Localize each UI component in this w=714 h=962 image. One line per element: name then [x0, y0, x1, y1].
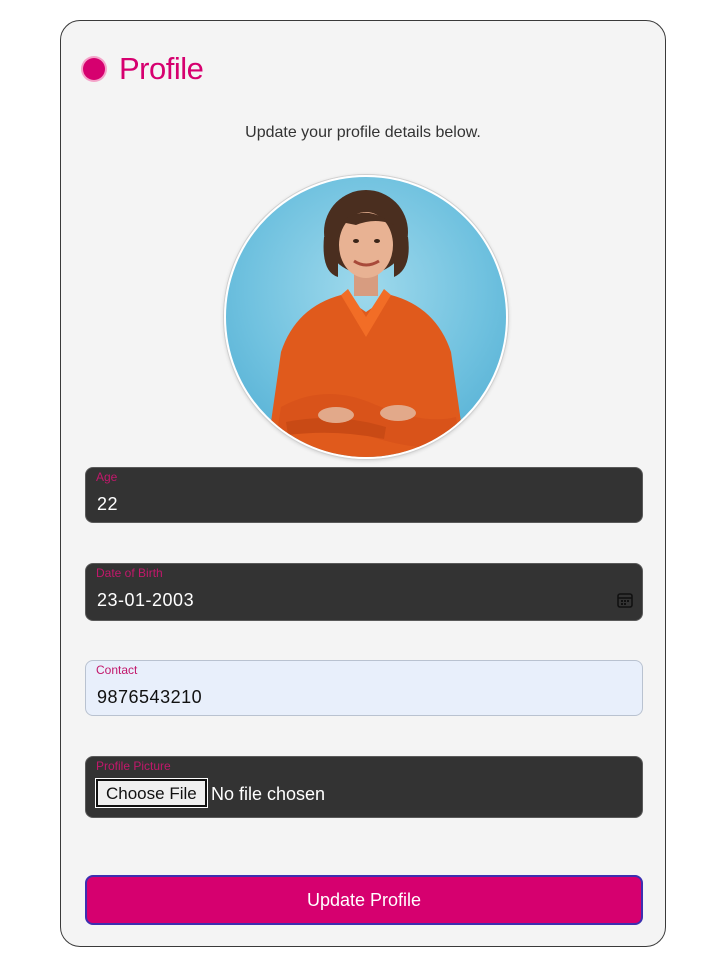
age-field[interactable]: Age 22: [85, 467, 643, 523]
dob-label: Date of Birth: [96, 566, 163, 580]
contact-label: Contact: [96, 663, 138, 677]
profile-picture-label: Profile Picture: [96, 759, 171, 773]
age-input[interactable]: 22: [97, 494, 118, 515]
age-label: Age: [96, 470, 118, 484]
choose-file-button[interactable]: Choose File: [95, 778, 208, 808]
profile-card: Profile Update your profile details belo…: [60, 20, 666, 947]
status-dot-icon: [83, 58, 105, 80]
calendar-icon[interactable]: [616, 591, 634, 609]
page-subtitle: Update your profile details below.: [245, 124, 481, 141]
update-profile-button[interactable]: Update Profile: [85, 875, 643, 925]
profile-header: Profile: [83, 51, 204, 87]
file-status-text: No file chosen: [211, 784, 326, 804]
dob-field[interactable]: Date of Birth 23-01-2003: [85, 563, 643, 621]
avatar: [224, 175, 508, 459]
avatar-image: [266, 190, 466, 457]
contact-input[interactable]: 9876543210: [97, 687, 202, 708]
page-title: Profile: [119, 51, 204, 86]
profile-picture-field: Profile Picture Choose File No file chos…: [85, 756, 643, 818]
dob-input[interactable]: 23-01-2003: [97, 590, 194, 611]
contact-field[interactable]: Contact 9876543210: [85, 660, 643, 716]
